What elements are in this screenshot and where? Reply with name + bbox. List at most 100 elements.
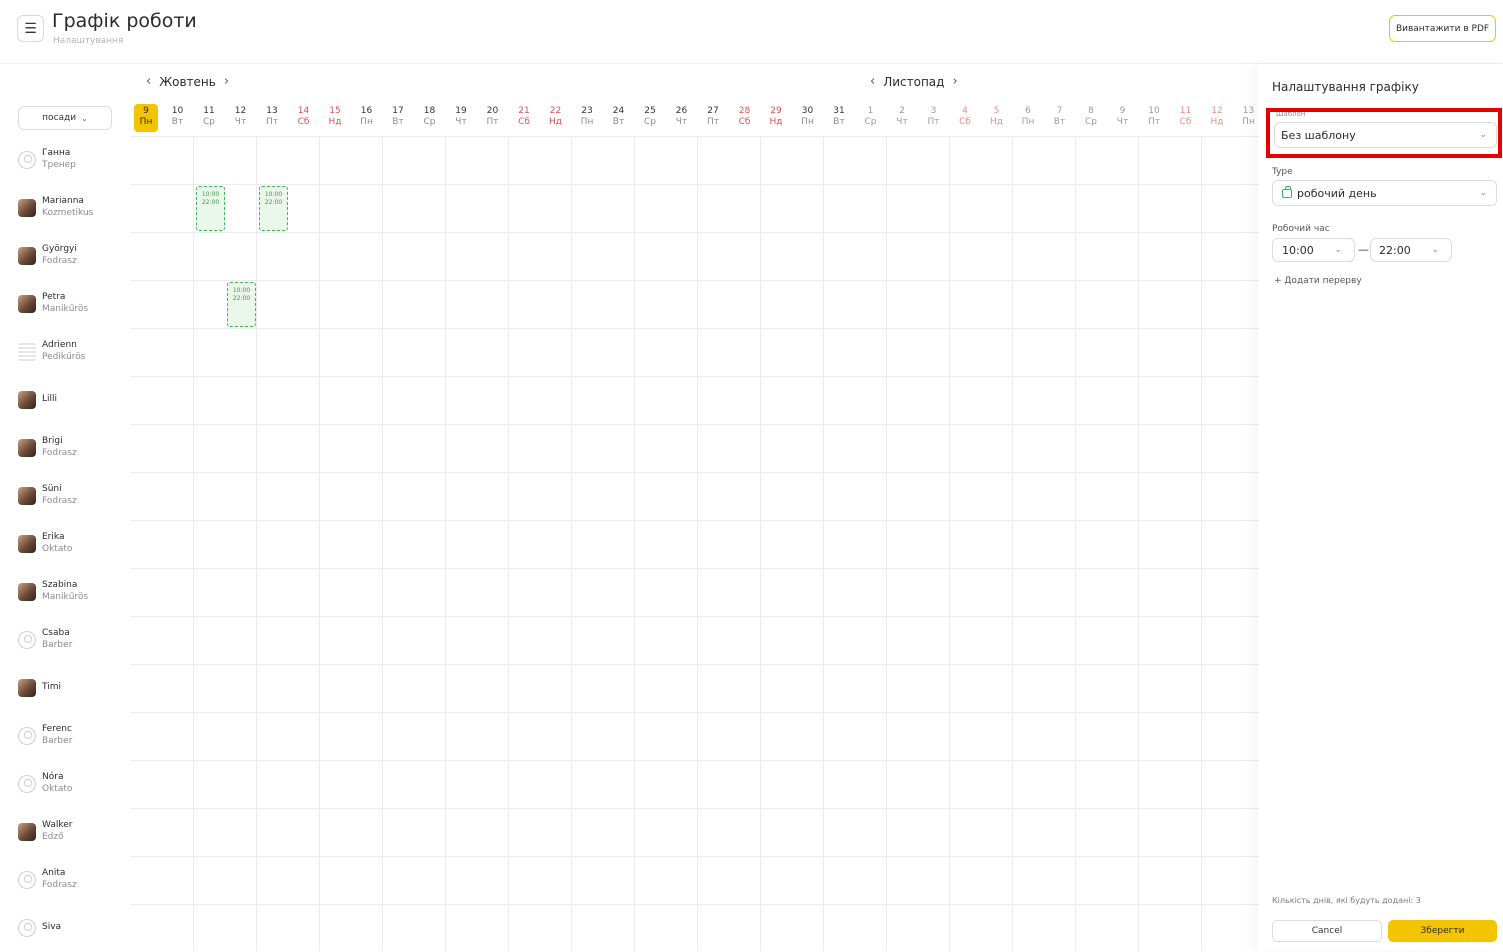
employee-row[interactable]: Petra Manikűrös — [0, 280, 130, 328]
day-header[interactable]: 13 Пн — [1237, 104, 1259, 132]
day-header[interactable]: 27 Пт — [701, 104, 725, 132]
employee-row[interactable]: Süni Fodrasz — [0, 472, 130, 520]
day-number: 10 — [1148, 106, 1160, 116]
day-header[interactable]: 12 Чт — [229, 104, 253, 132]
export-pdf-button[interactable]: Вивантажити в PDF — [1389, 15, 1496, 42]
user-placeholder-icon — [18, 775, 36, 793]
menu-icon[interactable]: ☰ — [17, 15, 44, 42]
employee-name: Erika — [42, 532, 65, 542]
employee-row[interactable]: Marianna Kozmetikus — [0, 184, 130, 232]
shift-block[interactable]: 10:00 22:00 — [196, 186, 225, 231]
day-number: 17 — [392, 106, 404, 116]
day-header[interactable]: 14 Сб — [292, 104, 316, 132]
time-to-select[interactable]: 22:00 ⌄ — [1370, 238, 1452, 262]
day-header[interactable]: 10 Вт — [166, 104, 190, 132]
day-number: 26 — [675, 106, 688, 116]
shift-block[interactable]: 10:00 22:00 — [259, 186, 288, 231]
cancel-button[interactable]: Cancel — [1272, 920, 1382, 942]
shift-block[interactable]: 10:00 22:00 — [227, 282, 256, 327]
day-header[interactable]: 3 Пт — [922, 104, 946, 132]
day-header[interactable]: 7 Вт — [1048, 104, 1072, 132]
chevron-right-icon[interactable]: › — [216, 74, 237, 89]
add-break-button[interactable]: + Додати перерву — [1274, 276, 1362, 286]
day-number: 13 — [266, 106, 278, 116]
day-number: 5 — [993, 106, 1000, 116]
chevron-left-icon[interactable]: ‹ — [138, 74, 159, 89]
day-header[interactable]: 30 Пн — [796, 104, 820, 132]
day-header[interactable]: 31 Вт — [827, 104, 851, 132]
save-button[interactable]: Зберегти — [1388, 920, 1497, 942]
employee-row[interactable]: Erika Oktato — [0, 520, 130, 568]
days-count-text: Кількість днів, які будуть додані: 3 — [1272, 896, 1421, 905]
employee-row[interactable]: Siva — [0, 904, 130, 952]
page-subtitle[interactable]: Налаштування — [53, 36, 123, 46]
day-header[interactable]: 12 Нд — [1205, 104, 1229, 132]
day-header[interactable]: 15 Нд — [323, 104, 347, 132]
day-header[interactable]: 23 Пн — [575, 104, 599, 132]
employee-row[interactable]: Timi — [0, 664, 130, 712]
grid-column-line — [382, 136, 383, 951]
day-header[interactable]: 26 Чт — [670, 104, 694, 132]
day-header[interactable]: 9 Пн — [134, 104, 158, 132]
day-header[interactable]: 28 Сб — [733, 104, 757, 132]
grid-row-line — [130, 328, 1258, 329]
employee-row[interactable]: Györgyi Fodrasz — [0, 232, 130, 280]
employee-row[interactable]: Walker Edző — [0, 808, 130, 856]
template-select[interactable]: Без шаблону ⌄ — [1274, 122, 1497, 148]
day-header[interactable]: 1 Ср — [859, 104, 883, 132]
day-header[interactable]: 2 Чт — [890, 104, 914, 132]
employee-row[interactable]: Szabina Manikűrös — [0, 568, 130, 616]
day-header[interactable]: 22 Нд — [544, 104, 568, 132]
grid-row-line — [130, 616, 1258, 617]
weekday-label: Пт — [486, 117, 499, 127]
employee-row[interactable]: Ferenc Barber — [0, 712, 130, 760]
day-header[interactable]: 18 Ср — [418, 104, 442, 132]
day-header[interactable]: 17 Вт — [386, 104, 410, 132]
type-value: робочий день — [1297, 186, 1377, 200]
user-placeholder-icon — [18, 871, 36, 889]
day-number: 23 — [581, 106, 593, 116]
employee-role: Oktato — [42, 544, 73, 554]
weekday-label: Нд — [769, 117, 783, 127]
type-select[interactable]: робочий день ⌄ — [1272, 180, 1497, 206]
grid-column-line — [1075, 136, 1076, 951]
day-header[interactable]: 16 Пн — [355, 104, 379, 132]
day-header[interactable]: 20 Пт — [481, 104, 505, 132]
header: ☰ Графік роботи Налаштування Вивантажити… — [0, 0, 1503, 64]
weekday-label: Пт — [1147, 117, 1160, 127]
positions-filter-button[interactable]: посади ⌄ — [18, 106, 112, 130]
day-header[interactable]: 6 Пн — [1016, 104, 1040, 132]
day-header[interactable]: 8 Ср — [1079, 104, 1103, 132]
grid-column-line — [697, 136, 698, 951]
day-header[interactable]: 5 Нд — [985, 104, 1009, 132]
employee-name: Lilli — [42, 394, 58, 404]
grid-column-line — [193, 136, 194, 951]
employee-row[interactable]: Lilli — [0, 376, 130, 424]
grid-row-line — [130, 856, 1258, 857]
day-header[interactable]: 19 Чт — [449, 104, 473, 132]
time-from-select[interactable]: 10:00 ⌄ — [1272, 238, 1355, 262]
employee-row[interactable]: Csaba Barber — [0, 616, 130, 664]
grid-row-line — [130, 136, 1258, 137]
day-header[interactable]: 24 Вт — [607, 104, 631, 132]
day-header[interactable]: 25 Ср — [638, 104, 662, 132]
employee-row[interactable]: Ганна Тренер — [0, 136, 130, 184]
day-header[interactable]: 29 Нд — [764, 104, 788, 132]
grid-row-line — [130, 664, 1258, 665]
day-header[interactable]: 13 Пт — [260, 104, 284, 132]
employee-row[interactable]: Brigi Fodrasz — [0, 424, 130, 472]
day-number: 25 — [644, 106, 656, 116]
day-header[interactable]: 11 Ср — [197, 104, 221, 132]
chevron-right-icon[interactable]: › — [944, 74, 965, 89]
employee-row[interactable]: Nóra Oktato — [0, 760, 130, 808]
month-label: Жовтень — [159, 74, 216, 89]
employee-row[interactable]: Anita Fodrasz — [0, 856, 130, 904]
day-header[interactable]: 11 Сб — [1174, 104, 1198, 132]
chevron-left-icon[interactable]: ‹ — [862, 74, 883, 89]
day-header[interactable]: 10 Пт — [1142, 104, 1166, 132]
day-header[interactable]: 21 Сб — [512, 104, 536, 132]
day-header[interactable]: 4 Сб — [953, 104, 977, 132]
employee-name: Nóra — [42, 772, 64, 782]
day-header[interactable]: 9 Чт — [1111, 104, 1135, 132]
employee-row[interactable]: Adrienn Pedikűrös — [0, 328, 130, 376]
